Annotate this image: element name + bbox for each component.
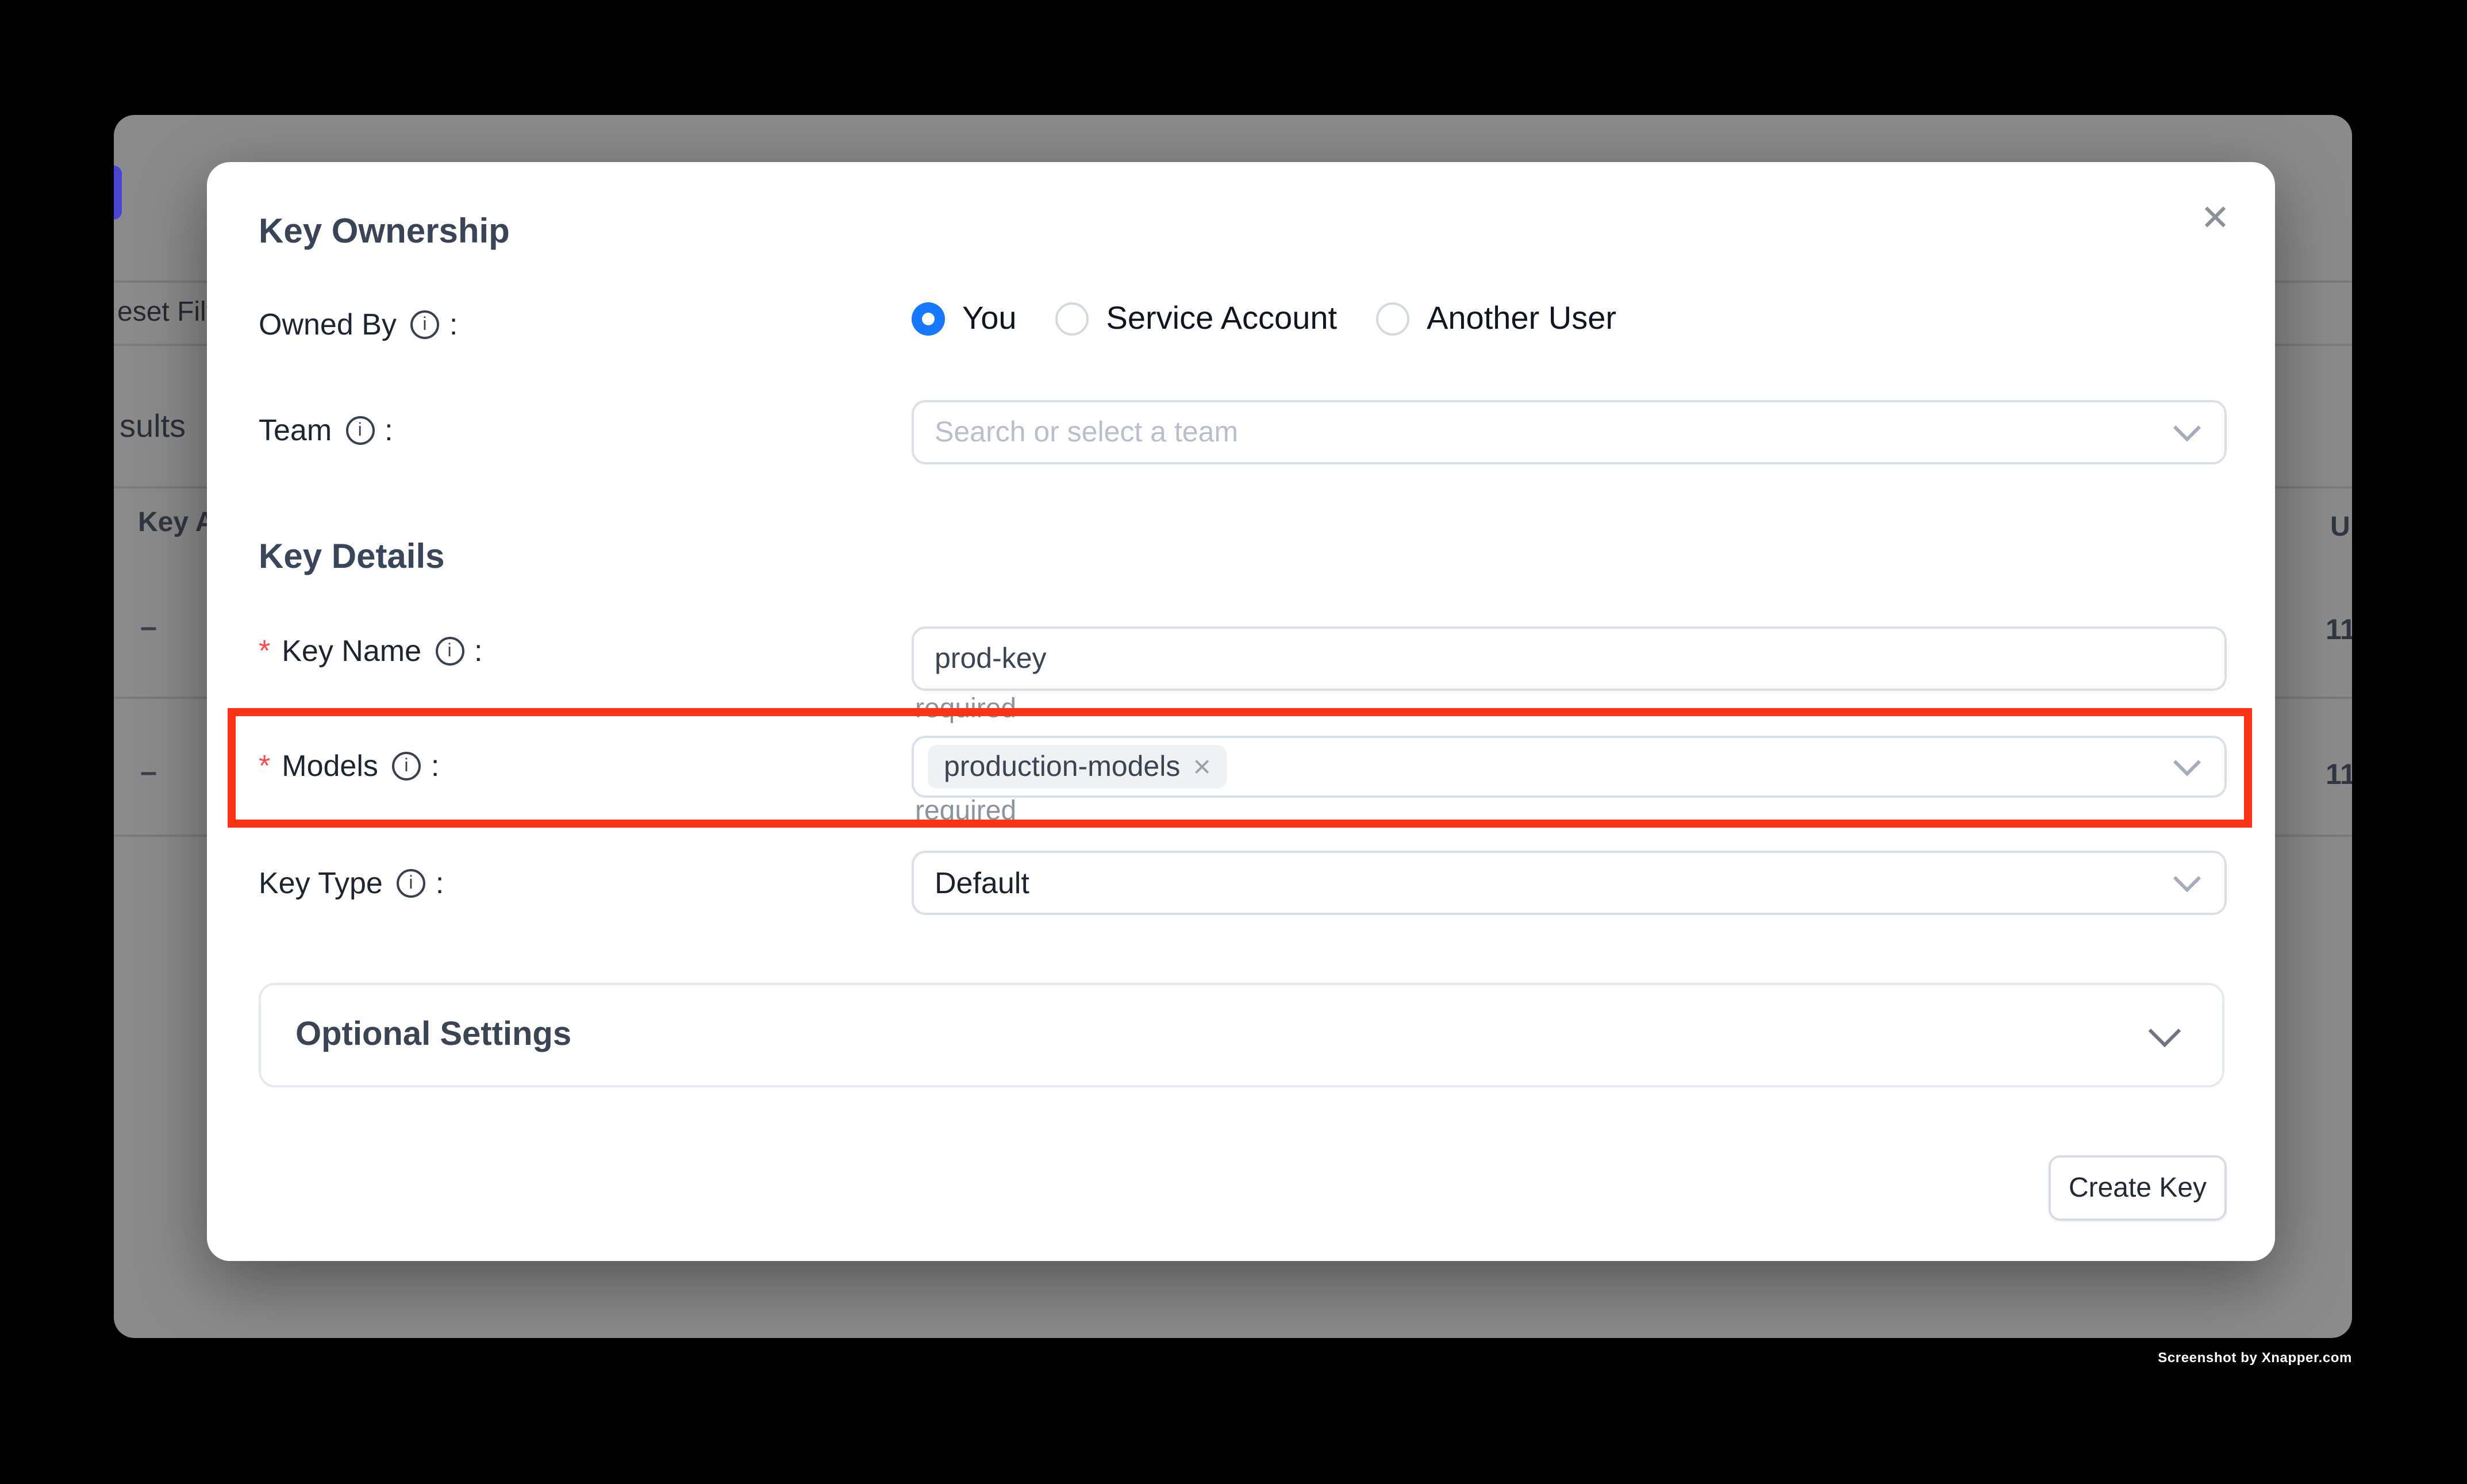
results-count-partial: sults [120,408,186,445]
label-colon: : [436,866,444,901]
radio-selected-icon [912,302,945,335]
key-type-label: Key Type i : [259,866,444,901]
key-name-input[interactable] [914,642,2084,675]
watermark-text: Screenshot by Xnapper.com [2158,1350,2352,1366]
key-type-label-text: Key Type [259,866,383,901]
label-colon: : [449,307,458,343]
label-colon: : [474,633,482,669]
radio-unselected-icon [1376,302,1409,335]
radio-label: You [962,300,1017,337]
key-type-select[interactable]: Default [912,851,2227,915]
key-name-label-text: Key Name [282,633,421,669]
owned-by-radio-group: You Service Account Another User [912,300,1655,337]
info-icon[interactable]: i [435,637,464,666]
optional-settings-toggle[interactable]: Optional Settings [259,983,2224,1087]
radio-owned-by-another-user[interactable]: Another User [1376,300,1616,337]
screenshot-canvas: eset Filt sults Key Alia Up – 11/ – 11/ … [0,0,2467,1484]
radio-owned-by-service-account[interactable]: Service Account [1056,300,1338,337]
reset-filters-button-partial[interactable]: eset Filt [117,297,214,329]
radio-label: Another User [1427,300,1616,337]
team-label-text: Team [259,413,332,448]
label-colon: : [385,413,393,448]
key-details-heading: Key Details [259,538,445,577]
modal-title: Key Ownership [259,213,510,252]
radio-unselected-icon [1056,302,1089,335]
team-label: Team i : [259,413,393,448]
owned-by-label: Owned By i : [259,307,458,343]
required-asterisk: * [259,633,270,669]
chevron-down-icon [2149,1014,2181,1047]
table-cell-updated: 11/ [2326,759,2352,792]
key-type-selected-value: Default [914,865,1029,901]
highlight-rectangle [228,708,2252,828]
table-row: – [140,609,157,645]
info-icon[interactable]: i [410,310,439,339]
optional-settings-label: Optional Settings [295,1016,571,1054]
radio-owned-by-you[interactable]: You [912,300,1017,337]
table-header-updated: Up [2330,512,2352,544]
close-icon[interactable]: ✕ [2187,190,2244,247]
create-key-button[interactable]: Create Key [2049,1155,2227,1221]
table-row: – [140,754,157,790]
info-icon[interactable]: i [397,869,425,898]
team-select-placeholder: Search or select a team [914,416,1238,449]
primary-button-partial[interactable] [114,166,122,220]
team-select[interactable]: Search or select a team [912,400,2227,464]
chevron-down-icon [2173,414,2201,441]
table-cell-updated: 11/ [2326,614,2352,647]
owned-by-label-text: Owned By [259,307,397,343]
key-name-label: * Key Name i : [259,633,483,669]
key-name-input-wrap [912,626,2227,691]
info-icon[interactable]: i [345,416,374,445]
chevron-down-icon [2173,864,2201,892]
radio-label: Service Account [1106,300,1338,337]
